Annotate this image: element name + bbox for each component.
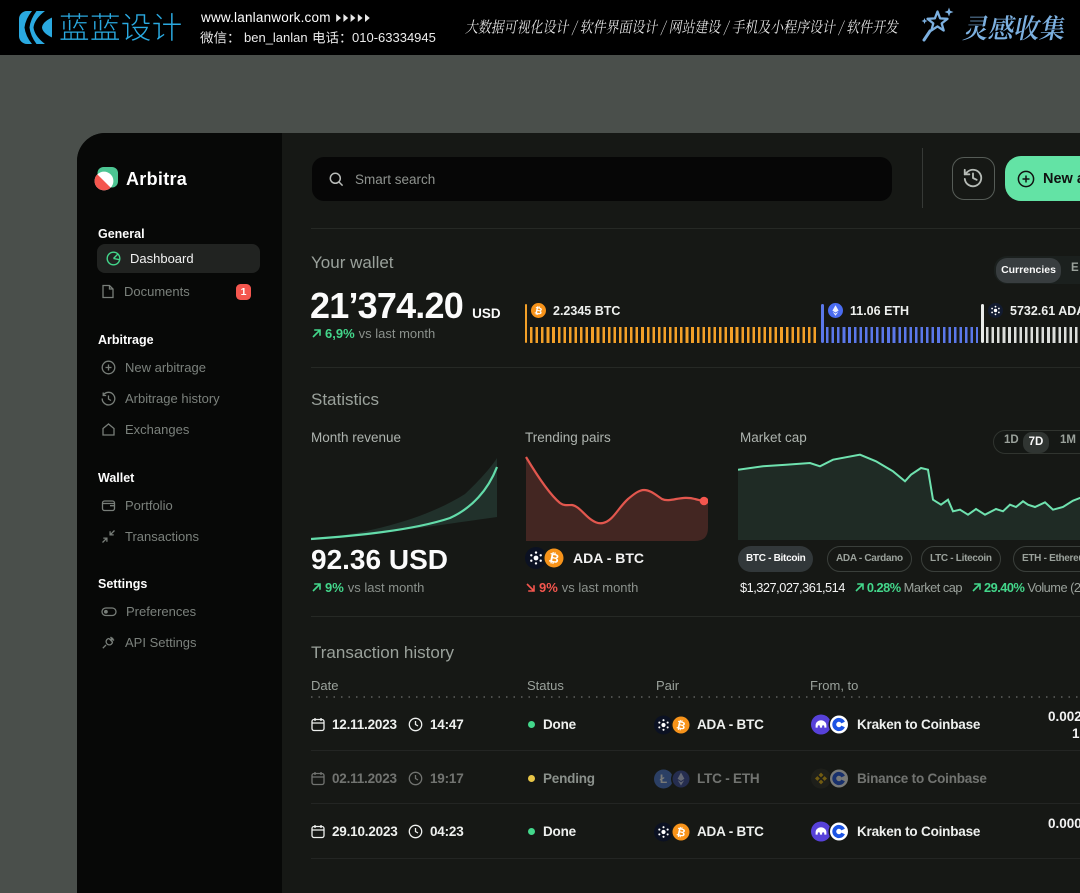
svg-text:Ł: Ł [660,772,667,786]
